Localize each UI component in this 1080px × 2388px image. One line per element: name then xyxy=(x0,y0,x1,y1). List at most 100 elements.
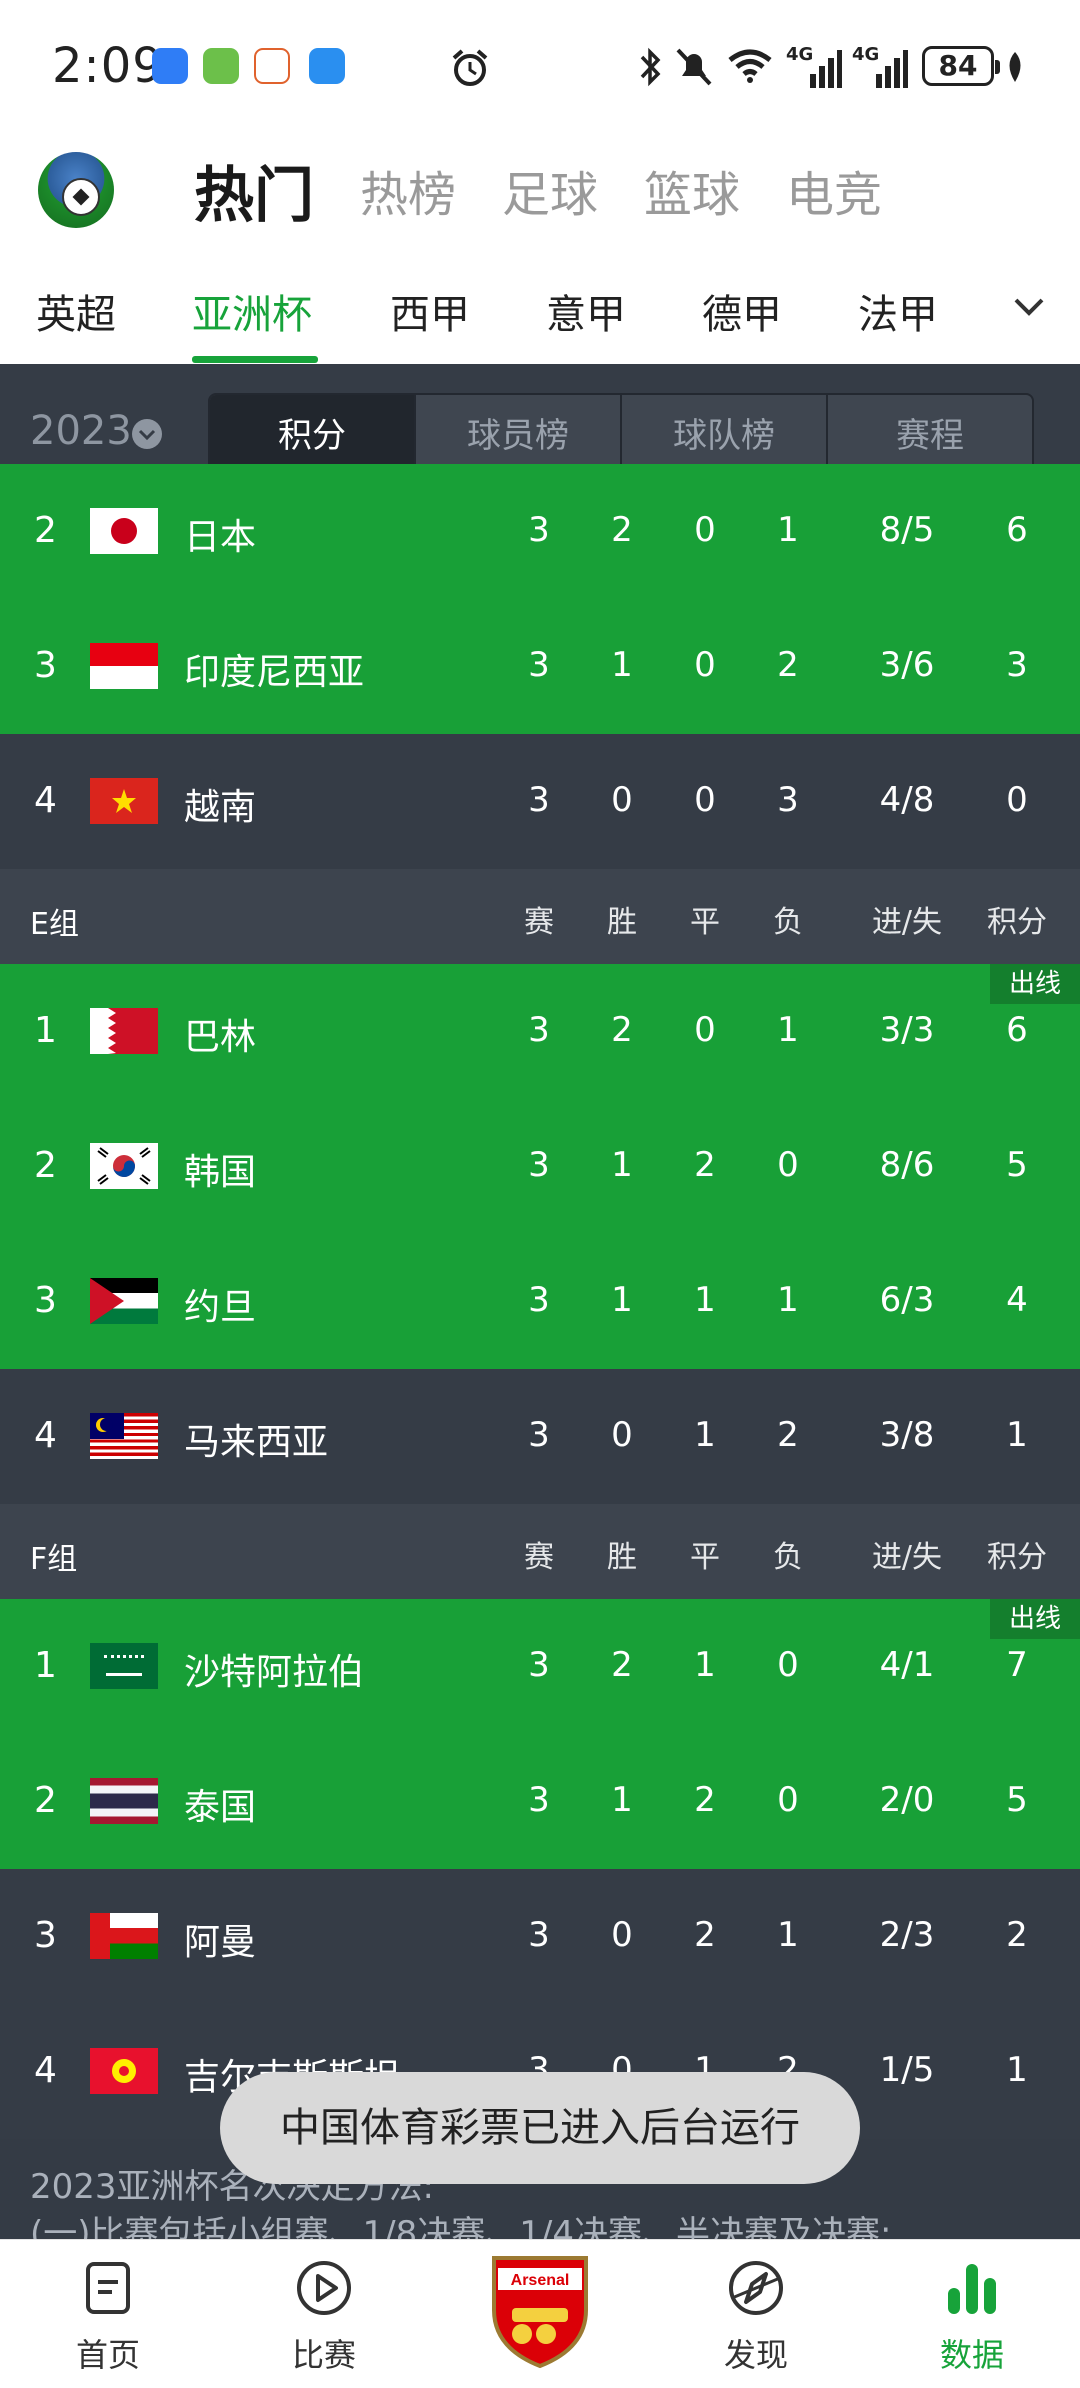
rank: 4 xyxy=(34,780,57,821)
lost: 0 xyxy=(777,1145,799,1185)
goals: 2/3 xyxy=(879,1915,935,1955)
nav-data[interactable]: 数据 xyxy=(892,2240,1052,2388)
league-tab-ligue1[interactable]: 法甲 xyxy=(858,282,938,340)
team-name: 印度尼西亚 xyxy=(184,652,365,693)
goals: 8/5 xyxy=(879,510,935,550)
table-row[interactable]: 4 越南 3 0 0 3 4/8 0 xyxy=(0,734,1080,869)
team-name: 韩国 xyxy=(184,1152,257,1193)
goals: 8/6 xyxy=(879,1145,935,1185)
nav-label: 首页 xyxy=(75,2336,140,2374)
tab-esports[interactable]: 电竞 xyxy=(786,155,882,225)
lost: 1 xyxy=(777,1280,799,1320)
points: 1 xyxy=(1006,1415,1028,1455)
season-selector[interactable]: 2023 xyxy=(30,408,132,454)
flag-thailand-icon xyxy=(90,1778,158,1824)
chevron-down-icon[interactable] xyxy=(132,419,162,449)
points: 5 xyxy=(1006,1780,1028,1820)
flag-vietnam-icon xyxy=(90,778,158,824)
team-name: 马来西亚 xyxy=(184,1422,329,1463)
drawn: 2 xyxy=(694,1915,716,1955)
played: 3 xyxy=(528,780,550,820)
nav-discover[interactable]: 发现 xyxy=(676,2240,836,2388)
league-tabs: 英超 亚洲杯 西甲 意甲 德甲 法甲 xyxy=(0,262,1080,362)
lost: 1 xyxy=(777,510,799,550)
col-drawn: 平 xyxy=(690,905,720,940)
table-row[interactable]: 出线 1 沙特阿拉伯 3 2 1 0 4/1 7 xyxy=(0,1599,1080,1734)
flag-japan-icon xyxy=(90,508,158,554)
rank: 3 xyxy=(34,1915,57,1956)
league-tab-bundesliga[interactable]: 德甲 xyxy=(702,282,782,340)
bar-chart-icon xyxy=(948,2264,996,2314)
tab-hot[interactable]: 热门 xyxy=(194,147,314,234)
played: 3 xyxy=(528,1915,550,1955)
wifi-icon xyxy=(728,49,772,83)
league-tab-serie-a[interactable]: 意甲 xyxy=(546,282,626,340)
won: 2 xyxy=(611,1010,633,1050)
status-bar: 2:09 4G 4G 84 xyxy=(0,0,1080,135)
nav-label: 比赛 xyxy=(291,2336,356,2374)
group-name: F组 xyxy=(30,1542,78,1577)
col-lost: 负 xyxy=(773,905,803,940)
arsenal-crest-icon[interactable]: Arsenal xyxy=(488,2252,592,2370)
won: 0 xyxy=(611,1415,633,1455)
flag-jordan-icon xyxy=(90,1278,158,1324)
leaf-icon xyxy=(1009,52,1021,82)
goals: 2/0 xyxy=(879,1780,935,1820)
won: 0 xyxy=(611,1915,633,1955)
points: 6 xyxy=(1006,1010,1028,1050)
table-row[interactable]: 3 约旦 3 1 1 1 6/3 4 xyxy=(0,1234,1080,1369)
goals: 3/8 xyxy=(879,1415,935,1455)
drawn: 2 xyxy=(694,1145,716,1185)
col-won: 胜 xyxy=(607,905,637,940)
tab-basketball[interactable]: 篮球 xyxy=(644,155,740,225)
chevron-down-icon[interactable] xyxy=(1012,290,1046,324)
table-row[interactable]: 2 泰国 3 1 2 0 2/0 5 xyxy=(0,1734,1080,1869)
flag-indonesia-icon xyxy=(90,643,158,689)
tab-football[interactable]: 足球 xyxy=(502,155,598,225)
flag-kyrgyzstan-icon xyxy=(90,2048,158,2094)
col-played: 赛 xyxy=(524,1540,554,1575)
qualified-badge: 出线 xyxy=(990,1599,1080,1639)
nav-matches[interactable]: 比赛 xyxy=(244,2240,404,2388)
rank: 3 xyxy=(34,1280,57,1321)
col-goals: 进/失 xyxy=(871,1540,943,1575)
won: 2 xyxy=(611,1645,633,1685)
network-type: 4G xyxy=(852,44,880,65)
lost: 3 xyxy=(777,780,799,820)
table-row[interactable]: 2 韩国 3 1 2 0 8/6 5 xyxy=(0,1099,1080,1234)
nav-home[interactable]: 首页 xyxy=(28,2240,188,2388)
drawn: 1 xyxy=(694,1645,716,1685)
won: 2 xyxy=(611,510,633,550)
football-icon xyxy=(62,178,100,216)
table-row[interactable]: 4 马来西亚 3 0 1 2 3/8 1 xyxy=(0,1369,1080,1504)
table-row[interactable]: 出线 1 巴林 3 2 0 1 3/3 6 xyxy=(0,964,1080,1099)
league-tab-laliga[interactable]: 西甲 xyxy=(390,282,470,340)
rank: 2 xyxy=(34,1780,57,1821)
compass-icon xyxy=(729,2261,783,2315)
league-tab-epl[interactable]: 英超 xyxy=(36,282,116,340)
lost: 2 xyxy=(777,645,799,685)
app-notification-icon xyxy=(254,48,290,84)
play-icon xyxy=(297,2261,351,2315)
table-row[interactable]: 3 印度尼西亚 3 1 0 2 3/6 3 xyxy=(0,599,1080,734)
user-avatar[interactable] xyxy=(38,152,114,228)
played: 3 xyxy=(528,510,550,550)
table-row[interactable]: 2 日本 3 2 0 1 8/5 6 xyxy=(0,464,1080,599)
lost: 1 xyxy=(777,1915,799,1955)
drawn: 1 xyxy=(694,1415,716,1455)
goals: 6/3 xyxy=(879,1280,935,1320)
league-tab-asian-cup[interactable]: 亚洲杯 xyxy=(192,282,312,340)
points: 1 xyxy=(1006,2050,1028,2090)
flag-bahrain-icon xyxy=(90,1008,158,1054)
nav-label: 发现 xyxy=(723,2336,788,2374)
tab-hot-list[interactable]: 热榜 xyxy=(360,155,456,225)
points: 0 xyxy=(1006,780,1028,820)
points: 2 xyxy=(1006,1915,1028,1955)
goals: 3/3 xyxy=(879,1010,935,1050)
played: 3 xyxy=(528,645,550,685)
drawn: 0 xyxy=(694,780,716,820)
col-points: 积分 xyxy=(987,1540,1047,1575)
drawn: 0 xyxy=(694,1010,716,1050)
table-row[interactable]: 3 阿曼 3 0 2 1 2/3 2 xyxy=(0,1869,1080,2004)
group-name: E组 xyxy=(30,907,79,942)
